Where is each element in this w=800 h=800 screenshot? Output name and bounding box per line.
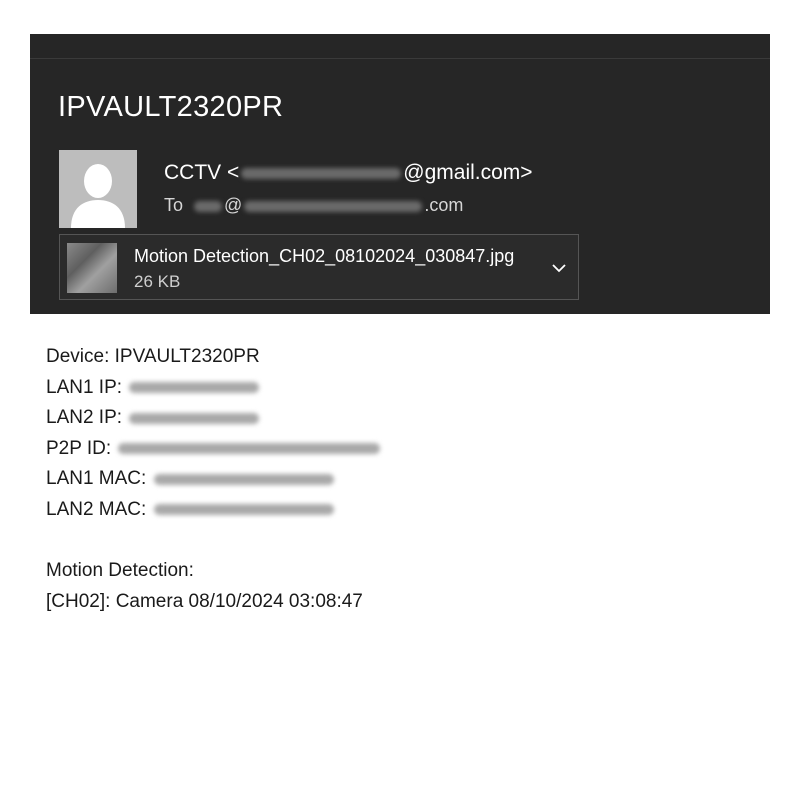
redacted-recipient-domain — [244, 200, 423, 212]
redacted-lan1-ip — [129, 382, 260, 394]
chevron-down-icon[interactable] — [550, 259, 568, 277]
attachment-card[interactable]: Motion Detection_CH02_08102024_030847.jp… — [59, 234, 579, 300]
recipient-suffix: .com — [424, 195, 464, 215]
redacted-recipient-local — [194, 200, 223, 212]
attachment-filename: Motion Detection_CH02_08102024_030847.jp… — [134, 246, 515, 266]
sender-bracket: < — [227, 161, 240, 184]
motion-title: Motion Detection: — [46, 560, 194, 582]
attachment-size: 26 KB — [134, 272, 181, 291]
sender-line[interactable]: CCTV < @gmail.com> — [164, 161, 533, 185]
lan1-ip-label: LAN1 IP: — [46, 376, 123, 398]
redacted-sender-local — [241, 167, 402, 179]
p2p-id-label: P2P ID: — [46, 437, 112, 459]
lan2-ip-label: LAN2 IP: — [46, 407, 123, 429]
lan1-mac-line: LAN1 MAC: — [46, 464, 382, 495]
recipient-line[interactable]: To @ .com — [164, 195, 463, 216]
motion-event: [CH02]: Camera 08/10/2024 03:08:47 — [46, 590, 363, 612]
email-subject: IPVAULT2320PR — [58, 91, 284, 123]
lan2-mac-line: LAN2 MAC: — [46, 495, 382, 526]
redacted-lan2-mac — [153, 504, 334, 516]
lan1-mac-label: LAN1 MAC: — [46, 468, 147, 490]
sender-name: CCTV — [164, 161, 222, 184]
to-label: To — [164, 195, 184, 215]
recipient-at: @ — [224, 195, 243, 215]
sender-avatar-icon[interactable] — [59, 150, 137, 228]
redacted-lan1-mac — [153, 473, 334, 485]
lan2-ip-line: LAN2 IP: — [46, 403, 382, 434]
sender-domain: @gmail.com> — [403, 161, 533, 184]
lan2-mac-label: LAN2 MAC: — [46, 498, 147, 520]
email-header: IPVAULT2320PR CCTV < @gmail.com> To @ .com… — [30, 34, 770, 314]
redacted-lan2-ip — [129, 412, 260, 424]
p2p-id-line: P2P ID: — [46, 434, 382, 465]
email-body: Device: IPVAULT2320PR LAN1 IP: LAN2 IP: … — [46, 342, 382, 617]
header-divider — [30, 58, 770, 59]
attachment-thumbnail — [67, 243, 117, 293]
lan1-ip-line: LAN1 IP: — [46, 373, 382, 404]
device-line: Device: IPVAULT2320PR — [46, 346, 260, 367]
redacted-p2p-id — [118, 443, 381, 455]
